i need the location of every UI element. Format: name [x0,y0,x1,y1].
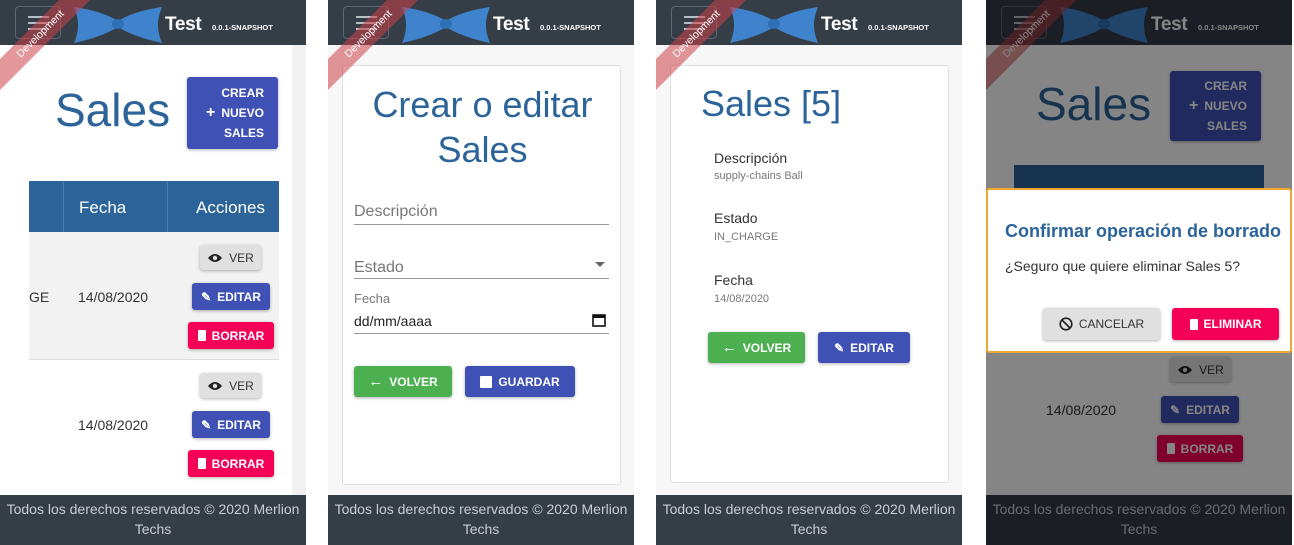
page-title: Sales [55,84,171,136]
brand-name[interactable]: Test [493,14,530,36]
view-button[interactable]: VER [200,373,261,398]
scrollbar[interactable] [292,45,306,495]
create-label-line1: CREAR [221,86,264,100]
cell-estado: GE [29,289,50,305]
fecha-label: Fecha [354,291,391,306]
plus-icon: + [205,104,216,121]
dropdown-arrow-icon[interactable] [595,262,605,267]
arrow-left-icon: ← [368,373,384,390]
detail-title: Sales [5] [701,83,842,124]
back-button[interactable]: ← VOLVER [708,332,805,363]
list-content: Sales CREAR + NUEVO SALES Fecha Acciones … [0,45,306,495]
brand-name[interactable]: Test [165,14,202,36]
create-label-line2: + NUEVO [205,104,264,121]
trash-icon [1189,318,1198,330]
pencil-icon: ✎ [834,340,845,355]
field-label: Estado [714,210,758,226]
field-value: supply-chains Ball [714,170,803,182]
trash-icon [197,330,206,341]
detail-card [670,65,949,483]
floppy-disk-icon [480,375,493,388]
cell-fecha: 14/08/2020 [78,417,149,433]
field-value: 14/08/2020 [714,293,770,305]
field-label: Fecha [714,272,753,288]
trash-icon [197,458,206,469]
detail-content: Sales [5] Descripción supply-chains Ball… [656,45,962,495]
fecha-input[interactable]: dd/mm/aaaa [354,313,432,329]
version-label: 0.0.1-SNAPSHOT [212,23,273,32]
footer: Todos los derechos reservados © 2020 Mer… [328,495,634,545]
sales-form-screen: Test 0.0.1-SNAPSHOT Development Crear o … [328,0,634,545]
footer: Todos los derechos reservados © 2020 Mer… [656,495,962,545]
form-title: Crear o editar Sales [372,84,593,170]
field-value: IN_CHARGE [714,231,779,243]
eye-icon [208,381,223,390]
delete-button[interactable]: BORRAR [188,322,274,349]
brand-name[interactable]: Test [821,14,858,36]
edit-button[interactable]: ✎ EDITAR [192,411,270,438]
estado-select[interactable]: Estado [354,259,404,277]
footer: Todos los derechos reservados © 2020 Mer… [0,495,306,545]
cancel-button[interactable]: CANCELAR [1043,308,1160,340]
descripcion-input[interactable]: Descripción [354,203,438,221]
delete-button[interactable]: BORRAR [188,450,274,477]
confirm-delete-dialog: Confirmar operación de borrado ¿Seguro q… [986,188,1292,353]
edit-button[interactable]: ✎ EDITAR [818,332,910,363]
cell-fecha: 14/08/2020 [78,289,149,305]
column-header-fecha[interactable]: Fecha [79,198,126,218]
bowtie-logo-icon [74,7,162,43]
delete-dialog-screen: Test 0.0.1-SNAPSHOT Development Sales CR… [986,0,1292,545]
save-button[interactable]: GUARDAR [465,366,575,397]
arrow-left-icon: ← [721,339,737,356]
edit-button[interactable]: ✎ EDITAR [192,283,270,310]
view-button[interactable]: VER [200,245,261,270]
calendar-icon[interactable] [592,313,606,327]
confirm-delete-button[interactable]: ELIMINAR [1172,308,1279,340]
column-header-acciones: Acciones [196,198,265,217]
sales-detail-screen: Test 0.0.1-SNAPSHOT Development Sales [5… [656,0,962,545]
create-label-line3: SALES [223,126,264,140]
dialog-title: Confirmar operación de borrado [1005,221,1282,241]
form-content: Crear o editar Sales Descripción Estado … [328,45,634,495]
create-sales-button[interactable]: CREAR + NUEVO SALES [187,77,278,149]
sales-list-screen: Test 0.0.1-SNAPSHOT Development Sales CR… [0,0,306,545]
version-label: 0.0.1-SNAPSHOT [540,23,601,32]
field-label: Descripción [714,150,788,166]
version-label: 0.0.1-SNAPSHOT [868,23,929,32]
bowtie-logo-icon [730,7,818,43]
pencil-icon: ✎ [201,417,212,432]
ban-icon [1059,317,1073,331]
pencil-icon: ✎ [201,289,212,304]
dialog-message: ¿Seguro que quiere eliminar Sales 5? [1005,258,1241,274]
bowtie-logo-icon [402,7,490,43]
back-button[interactable]: ← VOLVER [354,366,452,397]
eye-icon [208,253,223,262]
